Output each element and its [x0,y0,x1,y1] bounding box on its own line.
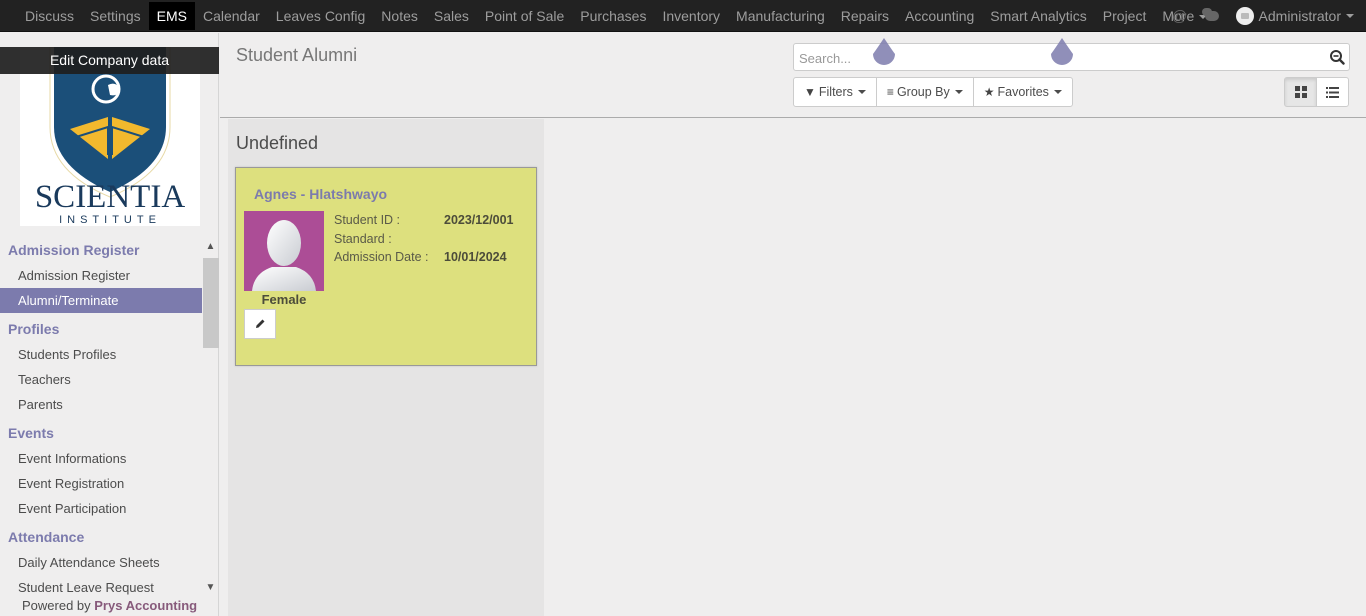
field-label: Student ID : [334,213,401,227]
sidebar-item-admission-register[interactable]: Admission Register [0,263,202,288]
sidebar-item-daily-attendance-sheets[interactable]: Daily Attendance Sheets [0,550,202,575]
list-icon [1326,86,1339,98]
grid-icon [1294,86,1307,98]
pencil-icon [256,319,265,328]
column-title: Undefined [236,133,319,153]
powered-brand-link[interactable]: Prys Accounting [94,598,197,613]
sidebar-item-event-registration[interactable]: Event Registration [0,471,202,496]
field-standard: Standard : [334,230,514,249]
field-label: Standard : [334,231,392,246]
powered-by: Powered by Prys Accounting [22,598,197,613]
search-icon[interactable] [1329,49,1345,65]
sidebar-item-teachers[interactable]: Teachers [0,367,202,392]
scroll-up-icon[interactable]: ▲ [202,241,219,255]
caret-down-icon [1346,14,1354,18]
sidebar-item-student-leave-request[interactable]: Student Leave Request [0,575,202,600]
group-by-button[interactable]: ≡ Group By [875,77,974,107]
avatar [1235,7,1254,25]
svg-text:INSTITUTE: INSTITUTE [59,214,161,226]
edit-company-button[interactable]: Edit Company data [0,47,219,74]
field-admission-date: Admission Date : 10/01/2024 [334,248,514,267]
user-menu[interactable]: Administrator [1228,7,1366,25]
gender-label: Female [261,292,307,307]
kanban-card[interactable]: Agnes - Hlatshwayo Female Student ID : 2 [235,167,537,366]
sidebar-item-parents[interactable]: Parents [0,392,202,417]
menu-leaves-config[interactable]: Leaves Config [268,2,374,30]
scroll-down-icon[interactable]: ▼ [202,582,219,596]
search-options: ▼ Filters ≡ Group By ★ Favorites [793,77,1073,107]
sidebar-menu: Admission Register Admission Register Al… [0,236,219,601]
sidebar-item-event-participation[interactable]: Event Participation [0,496,202,521]
scrollbar-thumb[interactable] [203,258,219,348]
edit-button[interactable] [244,309,276,339]
user-name: Administrator [1258,8,1341,24]
menu-purchases[interactable]: Purchases [572,2,654,30]
section-events: Events [8,425,54,441]
favorites-label: Favorites [997,85,1049,99]
caret-down-icon [954,90,963,94]
powered-prefix: Powered by [22,598,95,613]
menu-point-of-sale[interactable]: Point of Sale [477,2,572,30]
menu-calendar[interactable]: Calendar [195,2,268,30]
app-menu: Discuss Settings EMS Calendar Leaves Con… [17,2,1215,30]
bars-icon: ≡ [886,85,894,99]
field-student-id: Student ID : 2023/12/001 [334,211,514,230]
menu-settings[interactable]: Settings [82,2,149,30]
student-fields: Student ID : 2023/12/001 Standard : Admi… [334,211,514,267]
caret-down-icon [1053,90,1062,94]
top-navbar: Discuss Settings EMS Calendar Leaves Con… [0,0,1366,32]
kanban-view-button[interactable] [1284,77,1317,107]
svg-text:SCIENTIA: SCIENTIA [35,179,185,215]
field-label: Admission Date : [334,250,429,264]
menu-accounting[interactable]: Accounting [897,2,982,30]
person-placeholder-icon [252,220,316,291]
menu-sales[interactable]: Sales [426,2,477,30]
menu-repairs[interactable]: Repairs [833,2,897,30]
page-title: Student Alumni [236,45,358,65]
list-view-button[interactable] [1316,77,1349,107]
field-value: 10/01/2024 [444,250,507,264]
sidebar-item-alumni-terminate[interactable]: Alumni/Terminate [0,288,202,313]
field-value: 2023/12/001 [444,213,514,227]
control-panel: Student Alumni ▼ Filters ≡ Group By ★ Fa… [220,33,1366,118]
group-by-label: Group By [896,85,950,99]
star-icon: ★ [983,85,995,99]
sidebar-item-students-profiles[interactable]: Students Profiles [0,342,202,367]
sidebar: SCIENTIA INSTITUTE Edit Company data Adm… [0,33,219,616]
section-attendance: Attendance [8,529,85,545]
filter-icon: ▼ [804,85,816,99]
at-icon[interactable]: @ [1164,8,1196,25]
menu-manufacturing[interactable]: Manufacturing [728,2,833,30]
menu-project[interactable]: Project [1095,2,1155,30]
section-profiles: Profiles [8,321,60,337]
drop-marker-icon [1051,38,1073,65]
filters-button[interactable]: ▼ Filters [793,77,877,107]
menu-inventory[interactable]: Inventory [654,2,728,30]
menu-notes[interactable]: Notes [373,2,426,30]
filters-label: Filters [818,85,853,99]
student-photo [244,211,324,291]
search-box[interactable] [793,38,1350,71]
menu-discuss[interactable]: Discuss [17,2,82,30]
menu-smart-analytics[interactable]: Smart Analytics [982,2,1094,30]
favorites-button[interactable]: ★ Favorites [972,77,1073,107]
section-admission-register: Admission Register [8,242,140,258]
sidebar-item-event-informations[interactable]: Event Informations [0,446,202,471]
sidebar-scrollbar[interactable]: ▲ ▼ [202,241,219,596]
student-name[interactable]: Agnes - Hlatshwayo [254,186,387,202]
menu-ems[interactable]: EMS [148,2,195,30]
caret-down-icon [857,90,866,94]
chat-icon[interactable] [1196,7,1228,25]
systray: @ Administrator [1164,2,1366,30]
kanban-column: Undefined Agnes - Hlatshwayo Female Stud… [228,119,544,616]
drop-marker-icon [873,38,895,65]
view-switcher [1284,77,1349,107]
